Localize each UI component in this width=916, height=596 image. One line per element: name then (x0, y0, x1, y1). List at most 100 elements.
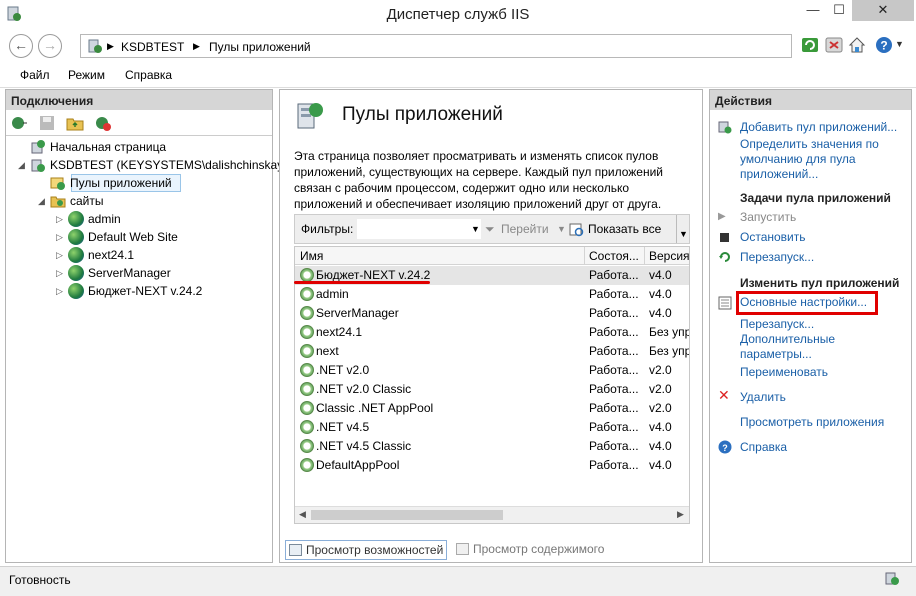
pool-status: Работа... (589, 401, 639, 415)
expand-arrow-icon[interactable]: ▷ (56, 246, 63, 264)
pool-name: .NET v2.0 Classic (316, 382, 412, 396)
breadcrumb-server[interactable]: KSDBTEST (121, 40, 184, 54)
connection-status-icon (885, 572, 899, 585)
table-row[interactable]: DefaultAppPool Работа... v4.0 (295, 456, 689, 475)
refresh-icon[interactable] (800, 35, 820, 55)
home-icon[interactable] (847, 35, 867, 55)
features-view-icon (289, 544, 302, 556)
menu-help[interactable]: Справка (125, 68, 172, 82)
help-link[interactable]: Справка (740, 440, 908, 455)
tree-item-site-admin[interactable]: ▷ admin (6, 210, 272, 228)
tree-item-site-default[interactable]: ▷ Default Web Site (6, 228, 272, 246)
column-header-name[interactable]: Имя (300, 249, 323, 263)
pool-status: Работа... (589, 325, 639, 339)
help-dropdown-icon[interactable]: ▼ (895, 39, 904, 49)
start-link[interactable]: Запустить (740, 210, 908, 225)
delete-link[interactable]: Удалить (740, 390, 908, 405)
filter-divider (676, 215, 677, 243)
filter-input[interactable] (357, 219, 481, 239)
home-icon (31, 140, 45, 154)
set-defaults-link[interactable]: Определить значения по умолчанию для пул… (740, 137, 908, 182)
pool-status: Работа... (589, 420, 639, 434)
expand-arrow-icon[interactable]: ▷ (56, 210, 63, 228)
column-header-status[interactable]: Состоя... (589, 249, 639, 263)
scroll-left-icon[interactable]: ◀ (299, 509, 306, 520)
rename-link[interactable]: Переименовать (740, 365, 908, 380)
tree-item-site-servermanager[interactable]: ▷ ServerManager (6, 264, 272, 282)
pool-version: Без упр (649, 325, 690, 339)
collapse-arrow-icon[interactable]: ◢ (18, 156, 25, 174)
add-app-pool-link[interactable]: Добавить пул приложений... (740, 120, 908, 135)
forward-button[interactable]: → (38, 34, 62, 58)
table-row[interactable]: admin Работа... v4.0 (295, 285, 689, 304)
app-pool-icon (50, 177, 65, 190)
maximize-button[interactable]: ☐ (826, 0, 852, 21)
collapse-arrow-icon[interactable]: ◢ (38, 192, 45, 210)
scroll-right-icon[interactable]: ▶ (677, 509, 684, 520)
tree-label: Бюджет-NEXT v.24.2 (88, 284, 203, 298)
go-dropdown-icon[interactable]: ▼ (557, 224, 566, 234)
table-row[interactable]: Classic .NET AppPool Работа... v2.0 (295, 399, 689, 418)
go-button[interactable]: Перейти (501, 222, 549, 236)
menu-file[interactable]: Файл (20, 68, 50, 82)
recycle-link[interactable]: Перезапуск... (740, 250, 908, 265)
app-pools-grid[interactable]: Имя Состоя... Версия Бюджет-NEXT v.24.2 … (294, 246, 690, 524)
help-icon[interactable]: ? (874, 35, 894, 55)
address-bar[interactable]: ▶ KSDBTEST ▶ Пулы приложений (80, 34, 792, 58)
tree-item-start-page[interactable]: Начальная страница (6, 138, 272, 156)
minimize-button[interactable]: — (800, 0, 826, 21)
horizontal-scrollbar[interactable]: ◀ ▶ (295, 506, 689, 523)
pool-name: ServerManager (316, 306, 399, 320)
stop-icon[interactable] (824, 35, 844, 55)
pool-name: next (316, 344, 339, 358)
app-pool-icon (300, 458, 314, 472)
tree-item-site-budget[interactable]: ▷ Бюджет-NEXT v.24.2 (6, 282, 272, 300)
scrollbar-thumb[interactable] (311, 510, 503, 520)
tab-content-view[interactable]: Просмотр содержимого (453, 540, 607, 560)
funnel-icon: ⏷ (485, 222, 495, 236)
highlight-underline (294, 281, 430, 284)
table-row[interactable]: ServerManager Работа... v4.0 (295, 304, 689, 323)
table-row[interactable]: next Работа... Без упр (295, 342, 689, 361)
show-all-button[interactable]: Показать все (588, 222, 661, 236)
expand-arrow-icon[interactable]: ▷ (56, 264, 63, 282)
stop-link[interactable]: Остановить (740, 230, 908, 245)
recycle-link-2[interactable]: Перезапуск... (740, 317, 908, 332)
stop-icon (720, 233, 729, 242)
tree-item-sites[interactable]: ◢ сайты (6, 192, 272, 210)
filter-dropdown-icon[interactable]: ▼ (471, 224, 480, 234)
table-row[interactable]: .NET v2.0 Classic Работа... v2.0 (295, 380, 689, 399)
folder-up-icon[interactable] (66, 114, 84, 132)
breadcrumb-app-pools[interactable]: Пулы приложений (209, 40, 311, 54)
close-button[interactable]: ✕ (852, 0, 914, 21)
breadcrumb-separator-icon: ▶ (107, 41, 114, 51)
table-row[interactable]: .NET v2.0 Работа... v2.0 (295, 361, 689, 380)
connect-globe-icon[interactable] (10, 114, 28, 132)
expand-arrow-icon[interactable]: ▷ (56, 228, 63, 246)
view-applications-link[interactable]: Просмотреть приложения (740, 415, 908, 430)
tab-label: Просмотр содержимого (473, 542, 605, 556)
pool-version: v4.0 (649, 420, 672, 434)
tree-item-site-next241[interactable]: ▷ next24.1 (6, 246, 272, 264)
globe-icon (68, 283, 84, 299)
tree-label: admin (88, 212, 121, 226)
delete-icon: ✕ (718, 387, 730, 403)
tree-item-app-pools[interactable]: Пулы приложений (6, 174, 272, 192)
save-icon[interactable] (38, 114, 56, 132)
table-row[interactable]: .NET v4.5 Classic Работа... v4.0 (295, 437, 689, 456)
overflow-icon[interactable]: ▼ (679, 229, 688, 239)
page-description: Эта страница позволяет просматривать и и… (294, 149, 664, 211)
expand-arrow-icon[interactable]: ▷ (56, 282, 63, 300)
table-row[interactable]: .NET v4.5 Работа... v4.0 (295, 418, 689, 437)
table-row[interactable]: next24.1 Работа... Без упр (295, 323, 690, 342)
pool-version: v2.0 (649, 363, 672, 377)
column-header-version[interactable]: Версия (649, 249, 689, 263)
pool-name: Бюджет-NEXT v.24.2 (316, 268, 431, 282)
menu-view[interactable]: Режим (68, 68, 105, 82)
tree-item-server[interactable]: ◢ KSDBTEST (KEYSYSTEMS\dalishchinskaya) (6, 156, 294, 174)
advanced-settings-link[interactable]: Дополнительные параметры... (740, 332, 908, 362)
tab-features-view[interactable]: Просмотр возможностей (285, 540, 448, 560)
disconnect-icon[interactable] (94, 114, 112, 132)
recycle-icon (719, 252, 730, 262)
back-button[interactable]: ← (9, 34, 33, 58)
